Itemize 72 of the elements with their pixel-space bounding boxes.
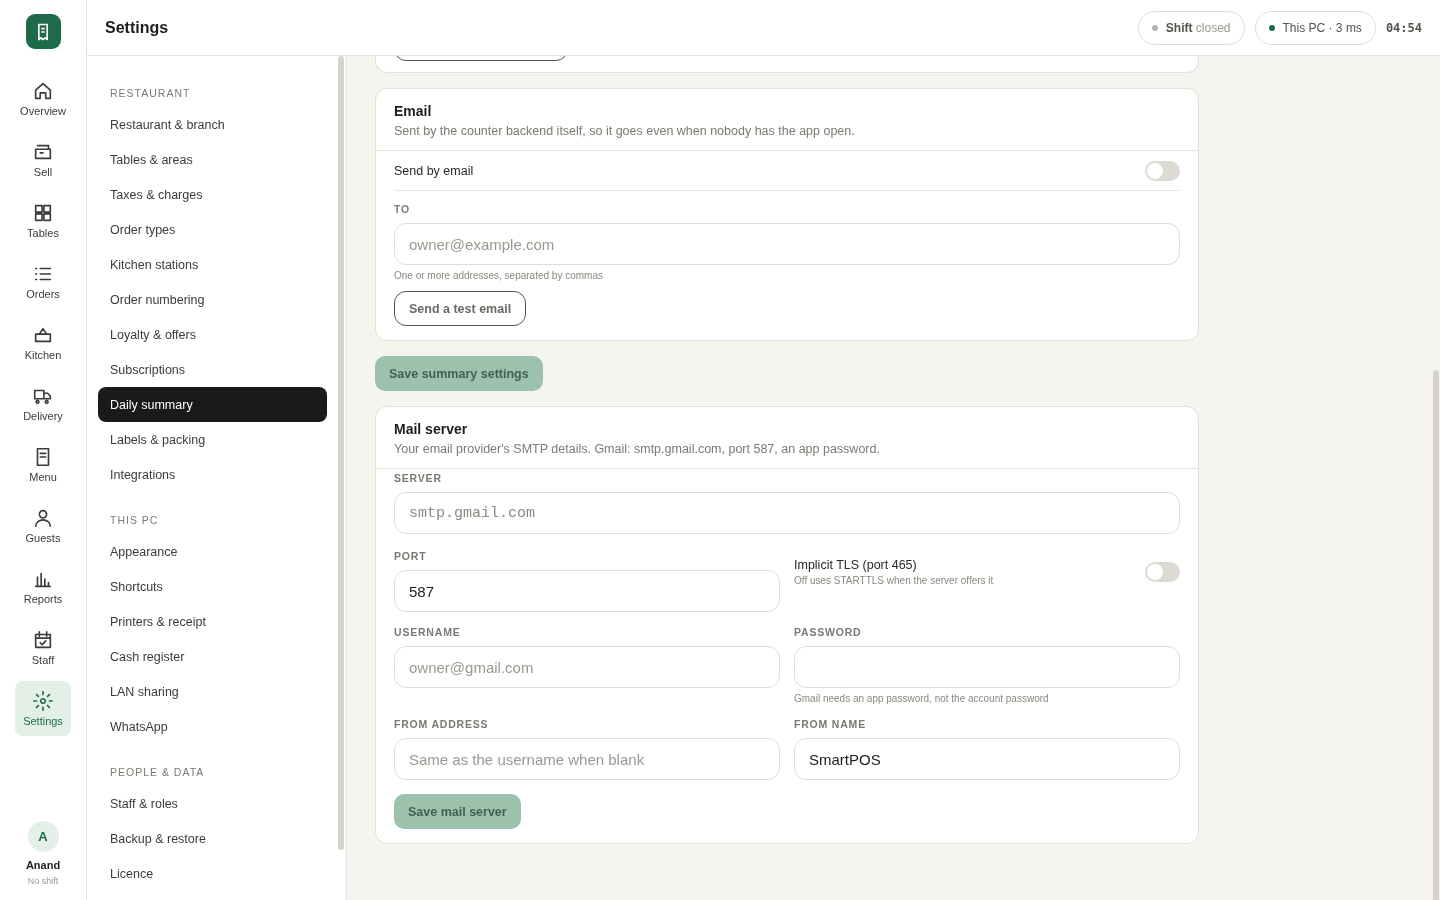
nav-item[interactable]: Cash register xyxy=(98,639,327,674)
scrollbar[interactable] xyxy=(338,56,344,850)
rail-item[interactable]: Guests xyxy=(15,498,71,553)
user-status: No shift xyxy=(27,876,59,886)
user-name: Anand xyxy=(25,859,61,871)
field-label: FROM NAME xyxy=(794,718,867,730)
grid-icon xyxy=(32,202,54,224)
toggle-label: Implicit TLS (port 465) xyxy=(794,558,918,572)
rail-item[interactable]: Settings xyxy=(15,681,71,736)
field-hint: One or more addresses, separated by commas xyxy=(394,270,604,281)
rail-item[interactable]: Menu xyxy=(15,437,71,492)
nav-item[interactable]: Order types xyxy=(98,212,327,247)
rail-item[interactable]: Delivery xyxy=(15,376,71,431)
rail-item[interactable]: Staff xyxy=(15,620,71,675)
from-address-field[interactable]: Same as the username when blank xyxy=(394,738,780,780)
field-label: PORT xyxy=(394,550,428,562)
rail-item[interactable]: Tables xyxy=(15,193,71,248)
password-field[interactable] xyxy=(794,646,1180,688)
user-avatar[interactable]: A xyxy=(27,821,59,852)
scrollbar[interactable] xyxy=(1433,370,1439,900)
nav-item[interactable]: Loyalty & offers xyxy=(98,317,327,352)
nav-item[interactable]: Order numbering xyxy=(98,282,327,317)
server-field[interactable]: smtp.gmail.com xyxy=(394,492,1180,534)
field-label: FROM ADDRESS xyxy=(394,718,490,730)
nav-section-title: RESTAURANT xyxy=(109,87,192,99)
toggle-switch[interactable] xyxy=(1145,160,1180,181)
card-description: Sent by the counter backend itself, so it goes even when nobody has the app open. xyxy=(394,124,856,138)
settings-icon xyxy=(32,690,54,712)
nav-item[interactable]: Integrations xyxy=(98,457,327,492)
nav-item[interactable]: Licence xyxy=(98,856,327,891)
nav-item[interactable]: Shortcuts xyxy=(98,569,327,604)
nav-item[interactable]: WhatsApp xyxy=(98,709,327,744)
nav-item[interactable]: Printers & receipt xyxy=(98,604,327,639)
rail-item[interactable]: Sell xyxy=(15,132,71,187)
field-label: SERVER xyxy=(394,472,443,484)
field-label: TO xyxy=(394,203,411,215)
port-field[interactable]: 587 xyxy=(394,570,780,612)
email-field[interactable]: owner@example.com xyxy=(394,223,1180,265)
person-icon xyxy=(32,507,54,529)
page-title: Settings xyxy=(105,18,169,37)
rail-item[interactable]: Reports xyxy=(15,559,71,614)
nav-item[interactable]: Appearance xyxy=(98,534,327,569)
nav-item[interactable]: Taxes & charges xyxy=(98,177,327,212)
nav-item[interactable]: Subscriptions xyxy=(98,352,327,387)
nav-item[interactable]: Staff & roles xyxy=(98,786,327,821)
nav-item[interactable]: Tables & areas xyxy=(98,142,327,177)
nav-item[interactable]: Backup & restore xyxy=(98,821,327,856)
calendar-icon xyxy=(32,629,54,651)
field-label: PASSWORD xyxy=(794,626,863,638)
rail-item[interactable]: Overview xyxy=(15,71,71,126)
nav-item[interactable]: LAN sharing xyxy=(98,674,327,709)
nav-item[interactable]: Kitchen stations xyxy=(98,247,327,282)
clock-time: 04:54 xyxy=(1385,20,1422,35)
rail-item[interactable]: Orders xyxy=(15,254,71,309)
field-hint: Gmail needs an app password, not the account password xyxy=(794,693,1050,704)
nav-item[interactable]: Restaurant & branch xyxy=(98,107,327,142)
test-email-button[interactable]: Send a test email xyxy=(394,291,527,326)
toggle-hint: Off uses STARTTLS when the server offers it xyxy=(794,575,994,586)
card-title: Mail server xyxy=(394,421,469,437)
home-icon xyxy=(32,80,54,102)
nav-item[interactable]: Labels & packing xyxy=(98,422,327,457)
username-field[interactable]: owner@gmail.com xyxy=(394,646,780,688)
toggle-switch[interactable] xyxy=(1145,562,1180,582)
card-description: Your email provider's SMTP details. Gmail: smtp.gmail.com, port 587, an app password. xyxy=(394,442,881,456)
card-title: Email xyxy=(394,103,433,119)
nav-section-title: THIS PC xyxy=(109,514,160,526)
nav-item[interactable]: Daily summary xyxy=(98,387,327,422)
toggle-label: Send by email xyxy=(394,163,474,178)
nav-section-title: PEOPLE & DATA xyxy=(109,766,206,778)
from-name-field[interactable]: SmartPOS xyxy=(794,738,1180,780)
rail-item[interactable]: Kitchen xyxy=(15,315,71,370)
field-label: USERNAME xyxy=(394,626,462,638)
